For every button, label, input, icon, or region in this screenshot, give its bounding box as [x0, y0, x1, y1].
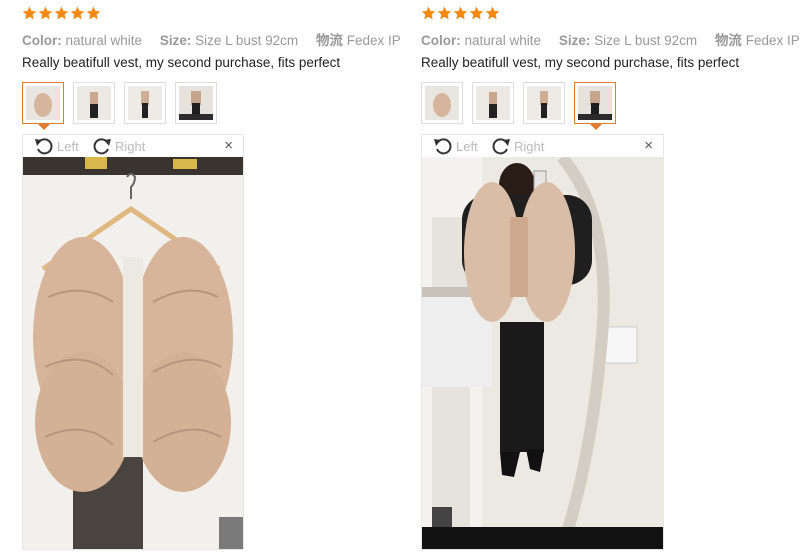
- star-icon: [485, 6, 500, 20]
- viewer-toolbar: Left Right ×: [23, 135, 243, 157]
- shipping-value: Fedex IP: [745, 33, 800, 48]
- star-icon: [22, 6, 37, 20]
- close-viewer-button[interactable]: ×: [224, 138, 233, 154]
- thumbnail-strip: [421, 82, 616, 130]
- vest-photo-thumbnail: [425, 86, 459, 120]
- shipping-label: 物流: [315, 33, 343, 48]
- vest-photo: [23, 157, 243, 549]
- rotate-left-icon: [434, 138, 452, 155]
- model-photo-thumbnail: [179, 86, 213, 120]
- review-card-1: Color: natural white Size: Size L bust 9…: [22, 0, 412, 557]
- color-label: Color:: [421, 33, 461, 48]
- star-rating: [421, 5, 500, 23]
- model-photo-thumbnail: [578, 86, 612, 120]
- review-meta: Color: natural white Size: Size L bust 9…: [421, 29, 800, 49]
- star-icon: [86, 6, 101, 20]
- size-label: Size:: [159, 33, 192, 48]
- image-viewer: Left Right ×: [22, 134, 244, 550]
- model-photo-thumbnail: [476, 86, 510, 120]
- thumbnail[interactable]: [175, 82, 217, 124]
- size-value: Size L bust 92cm: [195, 33, 299, 48]
- size-value: Size L bust 92cm: [594, 33, 698, 48]
- review-comment: Really beatifull vest, my second purchas…: [421, 55, 740, 70]
- size-label: Size:: [558, 33, 591, 48]
- rotate-right-icon: [93, 138, 111, 155]
- rotate-left-button[interactable]: Left: [432, 136, 478, 156]
- thumbnail[interactable]: [523, 82, 565, 124]
- shipping-value: Fedex IP: [346, 33, 401, 48]
- vest-photo-thumbnail: [26, 86, 60, 120]
- color-label: Color:: [22, 33, 62, 48]
- model-photo-thumbnail: [77, 86, 111, 120]
- viewer-toolbar: Left Right ×: [422, 135, 663, 157]
- rotate-left-button[interactable]: Left: [33, 136, 79, 156]
- rotate-left-icon: [35, 138, 53, 155]
- star-icon: [38, 6, 53, 20]
- rotate-left-label: Left: [456, 138, 478, 154]
- close-viewer-button[interactable]: ×: [644, 138, 653, 154]
- thumbnail[interactable]: [73, 82, 115, 124]
- model-photo-thumbnail: [128, 86, 162, 120]
- rotate-left-label: Left: [57, 138, 79, 154]
- review-comment: Really beatifull vest, my second purchas…: [22, 55, 341, 70]
- star-rating: [22, 5, 101, 23]
- model-photo: [422, 157, 663, 549]
- rotate-right-button[interactable]: Right: [91, 136, 145, 156]
- rotate-right-label: Right: [115, 138, 146, 154]
- color-value: natural white: [65, 33, 143, 48]
- rotate-right-button[interactable]: Right: [490, 136, 544, 156]
- thumbnail[interactable]: [472, 82, 514, 124]
- star-icon: [421, 6, 436, 20]
- star-icon: [469, 6, 484, 20]
- review-card-2: Color: natural white Size: Size L bust 9…: [421, 0, 800, 557]
- star-icon: [70, 6, 85, 20]
- color-value: natural white: [464, 33, 542, 48]
- thumbnail[interactable]: [574, 82, 616, 130]
- thumbnail[interactable]: [124, 82, 166, 124]
- model-photo-thumbnail: [527, 86, 561, 120]
- rotate-right-icon: [492, 138, 510, 155]
- rotate-right-label: Right: [514, 138, 545, 154]
- star-icon: [453, 6, 468, 20]
- thumbnail-strip: [22, 82, 217, 130]
- star-icon: [437, 6, 452, 20]
- review-meta: Color: natural white Size: Size L bust 9…: [22, 29, 401, 49]
- image-viewer: Left Right ×: [421, 134, 664, 550]
- thumbnail[interactable]: [22, 82, 64, 130]
- thumbnail[interactable]: [421, 82, 463, 124]
- shipping-label: 物流: [714, 33, 742, 48]
- star-icon: [54, 6, 69, 20]
